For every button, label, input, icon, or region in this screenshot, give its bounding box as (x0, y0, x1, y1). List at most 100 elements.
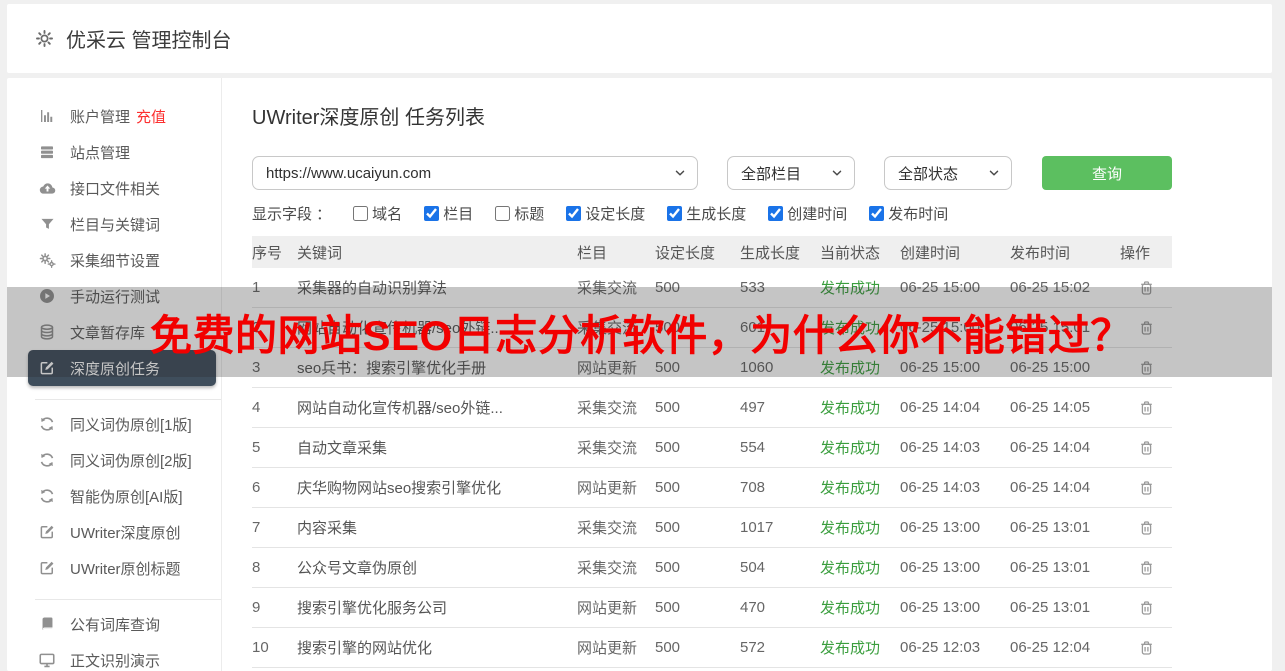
app-header: 优采云 管理控制台 (7, 4, 1272, 73)
gen-length-cell: 470 (740, 599, 766, 616)
recharge-badge[interactable]: 充值 (136, 106, 166, 127)
status-cell: 发布成功 (820, 600, 881, 617)
published-time-cell: 06-25 14:05 (1010, 399, 1091, 416)
delete-button[interactable] (1120, 559, 1172, 577)
created-time-cell: 06-25 14:04 (900, 399, 981, 416)
checkbox-input[interactable] (495, 205, 511, 221)
sidebar-item-label: UWriter深度原创 (70, 524, 181, 542)
field-checkbox[interactable]: 域名 (353, 203, 402, 224)
sidebar-item[interactable]: 同义词伪原创[2版] (7, 442, 221, 478)
sidebar-item[interactable]: 栏目与关键词 (7, 206, 221, 242)
field-checkbox[interactable]: 设定长度 (566, 203, 645, 224)
gen-length-cell: 497 (740, 399, 766, 416)
gen-length-cell: 572 (740, 639, 766, 656)
table-row: 4 网站自动化宣传机器/seo外链... 采集交流 500 497 发布成功 06-25 1… (252, 388, 1172, 428)
chevron-down-icon (830, 166, 844, 180)
checkbox-input[interactable] (353, 205, 369, 221)
sidebar-item[interactable]: UWriter深度原创 (7, 514, 221, 550)
keyword-cell: 搜索引擎的网站优化 (297, 640, 433, 657)
column-header: 栏目 (577, 244, 608, 262)
checkbox-input[interactable] (768, 205, 784, 221)
category-cell: 采集交流 (577, 520, 638, 537)
delete-button[interactable] (1120, 439, 1172, 457)
created-time-cell: 06-25 13:00 (900, 559, 981, 576)
sidebar-item-label: 智能伪原创[AI版] (70, 488, 183, 506)
checkbox-input[interactable] (667, 205, 683, 221)
keyword-cell: 公众号文章伪原创 (297, 560, 418, 577)
delete-button[interactable] (1120, 599, 1172, 617)
query-button[interactable]: 查询 (1042, 156, 1172, 190)
bar-chart-icon (37, 106, 57, 126)
field-checkbox-label: 创建时间 (787, 205, 848, 223)
field-checkbox[interactable]: 发布时间 (869, 203, 948, 224)
page-title: UWriter深度原创 任务列表 (252, 107, 485, 129)
gen-length-cell: 708 (740, 479, 766, 496)
keyword-cell: 自动文章采集 (297, 440, 388, 457)
promo-overlay-text: 免费的网站SEO日志分析软件，为什么你不能错过？ (150, 311, 1133, 359)
gen-length-cell: 554 (740, 439, 766, 456)
sidebar-item[interactable]: 智能伪原创[AI版] (7, 478, 221, 514)
status-cell: 发布成功 (820, 560, 881, 577)
field-checkbox[interactable]: 生成长度 (667, 203, 746, 224)
field-checkbox-label: 栏目 (443, 205, 474, 223)
column-header: 当前状态 (820, 244, 881, 262)
field-checkbox[interactable]: 创建时间 (768, 203, 847, 224)
trash-icon (1138, 479, 1155, 497)
gen-length-cell: 504 (740, 559, 766, 576)
created-time-cell: 06-25 13:00 (900, 599, 981, 616)
category-cell: 采集交流 (577, 400, 638, 417)
created-time-cell: 06-25 12:03 (900, 639, 981, 656)
gears-icon (37, 250, 57, 270)
sidebar-item-label: UWriter原创标题 (70, 560, 181, 578)
table-row: 10 搜索引擎的网站优化 网站更新 500 572 发布成功 06-25 12:03 06-2… (252, 628, 1172, 668)
keyword-cell: 庆华购物网站seo搜索引擎优化 (297, 480, 502, 497)
published-time-cell: 06-25 13:01 (1010, 559, 1091, 576)
checkbox-input[interactable] (869, 205, 885, 221)
status-select[interactable]: 全部状态 (884, 156, 1012, 190)
site-select-value: https://www.ucaiyun.com (266, 164, 432, 182)
published-time-cell: 06-25 13:01 (1010, 599, 1091, 616)
set-length-cell: 500 (655, 439, 681, 456)
sidebar-item[interactable]: 同义词伪原创[1版] (7, 406, 221, 442)
delete-button[interactable] (1120, 479, 1172, 497)
category-cell: 网站更新 (577, 640, 638, 657)
display-fields-label: 显示字段 ： (252, 205, 332, 223)
checkbox-input[interactable] (424, 205, 440, 221)
gen-length-cell: 1017 (740, 519, 774, 536)
site-select[interactable]: https://www.ucaiyun.com (252, 156, 698, 190)
table-row: 9 搜索引擎优化服务公司 网站更新 500 470 发布成功 06-25 13:00 06-2… (252, 588, 1172, 628)
field-checkbox-label: 域名 (372, 205, 403, 223)
delete-button[interactable] (1120, 519, 1172, 537)
sidebar-item[interactable]: 接口文件相关 (7, 170, 221, 206)
table-row: 8 公众号文章伪原创 采集交流 500 504 发布成功 06-25 13:00 06-25 … (252, 548, 1172, 588)
sidebar-item[interactable]: 采集细节设置 (7, 242, 221, 278)
sidebar-item-label: 公有词库查询 (70, 616, 161, 634)
created-time-cell: 06-25 13:00 (900, 519, 981, 536)
sidebar-item[interactable]: 正文识别演示 (7, 642, 221, 671)
field-checkbox-label: 生成长度 (686, 205, 747, 223)
category-cell: 网站更新 (577, 480, 638, 497)
table-header-row: 序号 关键词 栏目 设定长度 生成长度 当前状态 创建时间 发布时间 操作 (252, 236, 1172, 268)
field-checkbox-label: 标题 (514, 205, 545, 223)
sidebar-item-label: 采集细节设置 (70, 252, 161, 270)
sidebar-item[interactable]: UWriter原创标题 (7, 550, 221, 586)
delete-button[interactable] (1120, 639, 1172, 657)
set-length-cell: 500 (655, 559, 681, 576)
published-time-cell: 06-25 13:01 (1010, 519, 1091, 536)
display-fields-row: 显示字段 ： 域名 栏目 标题 设定长度 生成长度 创建时间 发布时间 (252, 203, 1272, 224)
sidebar-item[interactable]: 站点管理 (7, 134, 221, 170)
trash-icon (1138, 599, 1155, 617)
sidebar-item[interactable]: 公有词库查询 (7, 606, 221, 642)
field-checkbox[interactable]: 标题 (495, 203, 544, 224)
category-select[interactable]: 全部栏目 (727, 156, 855, 190)
delete-button[interactable] (1120, 399, 1172, 417)
sidebar-item[interactable]: 账户管理 充值 (7, 98, 221, 134)
field-checkbox[interactable]: 栏目 (424, 203, 473, 224)
checkbox-input[interactable] (566, 205, 582, 221)
sidebar-divider (35, 599, 221, 600)
set-length-cell: 500 (655, 399, 681, 416)
set-length-cell: 500 (655, 519, 681, 536)
category-cell: 采集交流 (577, 440, 638, 457)
field-checkboxes: 域名 栏目 标题 设定长度 生成长度 创建时间 发布时间 (353, 203, 970, 224)
keyword-cell: 内容采集 (297, 520, 358, 537)
